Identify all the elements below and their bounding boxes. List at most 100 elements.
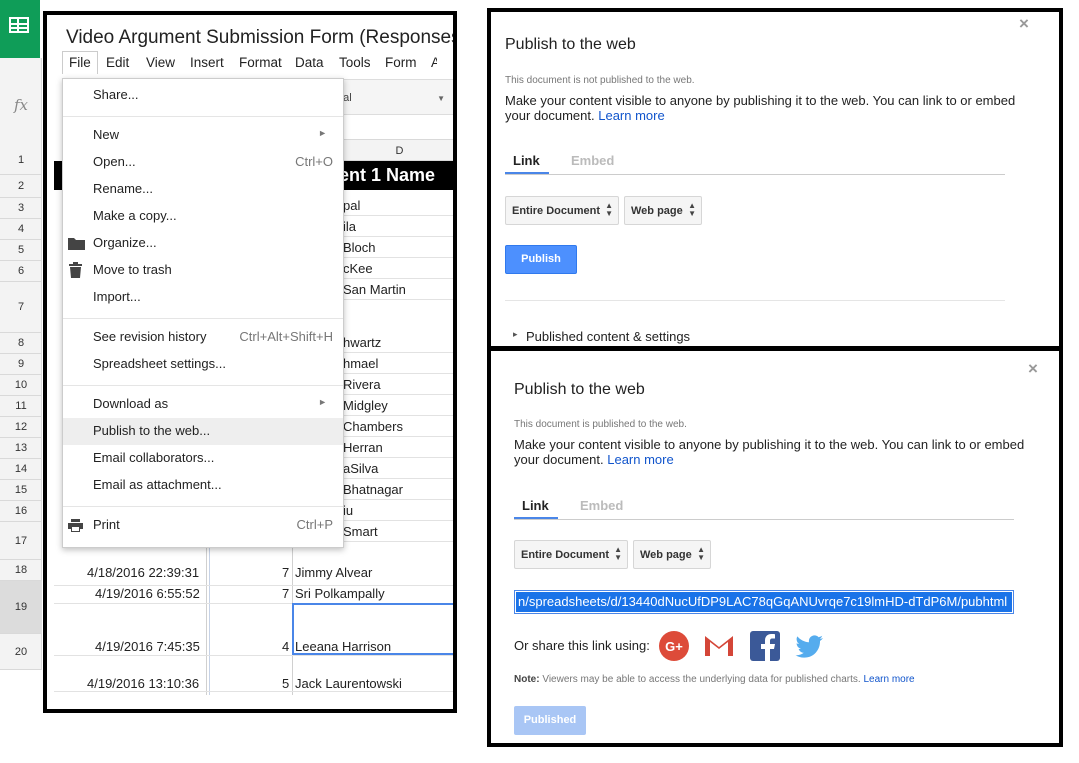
row-header[interactable]: 1 [0,145,42,175]
close-icon[interactable]: × [1028,359,1038,379]
font-selector[interactable]: rial ▼ [332,79,453,115]
row-header[interactable]: 2 [0,175,42,198]
timestamp-cell[interactable]: 4/19/2016 13:10:36 [87,676,199,691]
name-cell[interactable]: cKee [343,261,373,276]
name-cell[interactable]: hmael [343,356,378,371]
timestamp-cell[interactable]: 4/19/2016 6:55:52 [95,586,200,601]
timestamp-cell[interactable]: 4/18/2016 22:39:31 [87,565,199,580]
count-cell[interactable]: 5 [282,676,289,691]
row-header[interactable]: 11 [0,396,42,417]
menu-item-new[interactable]: New ► [63,122,343,149]
publish-button[interactable]: Publish [505,245,577,274]
menu-item-download-as[interactable]: Download as ► [63,391,343,418]
menu-view[interactable]: View [146,55,175,70]
row-header[interactable]: 14 [0,459,42,480]
name-cell[interactable]: Rivera [343,377,381,392]
menu-item-import[interactable]: Import... [63,284,343,311]
expand-arrow-icon[interactable]: ▸ [513,329,518,340]
name-cell[interactable]: Bloch [343,240,376,255]
menu-item-open[interactable]: Open... Ctrl+O [63,149,343,176]
row-divider [54,691,453,692]
menu-insert[interactable]: Insert [190,55,224,70]
name-cell[interactable]: Midgley [343,398,388,413]
note-learn-more-link[interactable]: Learn more [863,674,914,685]
name-cell[interactable]: aSilva [343,461,378,476]
row-header[interactable]: 3 [0,198,42,219]
name-cell[interactable]: pal [343,198,360,213]
menu-format[interactable]: Format [239,55,282,70]
tab-embed[interactable]: Embed [571,153,614,168]
row-header[interactable]: 8 [0,333,42,354]
name-cell[interactable]: San Martin [343,282,406,297]
tab-link[interactable]: Link [522,498,549,513]
menu-item-publish-to-web[interactable]: Publish to the web... [63,418,343,445]
menu-item-organize[interactable]: Organize... [63,230,343,257]
published-settings-toggle[interactable]: Published content & settings [526,329,690,344]
menu-item-rename[interactable]: Rename... [63,176,343,203]
published-url-field[interactable]: n/spreadsheets/d/13440dNucUfDP9LAC78qGqA… [514,590,1014,614]
count-cell[interactable]: 4 [282,639,289,654]
tab-link[interactable]: Link [513,153,540,168]
facebook-icon[interactable] [749,630,781,662]
count-cell[interactable]: 7 [282,586,289,601]
menu-item-email-collaborators[interactable]: Email collaborators... [63,445,343,472]
column-header-d[interactable]: D [332,139,453,161]
menu-item-share[interactable]: Share... [63,82,343,109]
sheets-logo-icon[interactable] [0,0,40,58]
header-cell-d[interactable]: ent 1 Name [339,165,435,186]
close-icon[interactable]: × [1019,14,1029,34]
menu-form[interactable]: Form [385,55,417,70]
row-header[interactable]: 15 [0,480,42,501]
menu-item-revision-history[interactable]: See revision history Ctrl+Alt+Shift+H [63,324,343,351]
format-dropdown[interactable]: Web page ▲ ▼ [633,540,711,569]
row-header[interactable]: 5 [0,240,42,261]
menu-item-print[interactable]: Print Ctrl+P [63,512,343,539]
row-header[interactable]: 16 [0,501,42,522]
scope-dropdown[interactable]: Entire Document ▲ ▼ [514,540,628,569]
name-cell[interactable]: Sri Polkampally [295,586,385,601]
name-cell[interactable]: Bhatnagar [343,482,403,497]
name-cell[interactable]: Leeana Harrison [295,639,391,654]
menu-item-email-attachment[interactable]: Email as attachment... [63,472,343,499]
row-header[interactable]: 17 [0,522,42,560]
menu-item-make-copy[interactable]: Make a copy... [63,203,343,230]
row-header[interactable]: 19 [0,581,42,634]
menu-separator [63,385,343,386]
name-cell[interactable]: ila [343,219,356,234]
row-header[interactable]: 12 [0,417,42,438]
menu-item-move-to-trash[interactable]: Move to trash [63,257,343,284]
tab-embed[interactable]: Embed [580,498,623,513]
name-cell[interactable]: Jack Laurentowski [295,676,402,691]
menu-addons[interactable]: A [431,55,437,70]
row-header[interactable]: 10 [0,375,42,396]
name-cell[interactable]: Herran [343,440,383,455]
gmail-icon[interactable] [703,630,735,662]
menu-tools[interactable]: Tools [339,55,371,70]
timestamp-cell[interactable]: 4/19/2016 7:45:35 [95,639,200,654]
document-title[interactable]: Video Argument Submission Form (Response… [66,27,453,49]
menu-data[interactable]: Data [295,55,324,70]
row-header[interactable]: 13 [0,438,42,459]
learn-more-link[interactable]: Learn more [607,452,673,467]
name-cell[interactable]: Chambers [343,419,403,434]
name-cell[interactable]: hwartz [343,335,381,350]
dialog-title: Publish to the web [505,36,636,53]
row-header[interactable]: 7 [0,282,42,333]
menu-edit[interactable]: Edit [106,55,129,70]
menu-file[interactable]: File [62,51,98,74]
learn-more-link[interactable]: Learn more [598,108,664,123]
google-plus-icon[interactable]: G+ [658,630,690,662]
menu-item-spreadsheet-settings[interactable]: Spreadsheet settings... [63,351,343,378]
name-cell[interactable]: Jimmy Alvear [295,565,372,580]
name-cell[interactable]: Smart [343,524,378,539]
count-cell[interactable]: 7 [282,565,289,580]
row-header[interactable]: 9 [0,354,42,375]
format-dropdown[interactable]: Web page ▲ ▼ [624,196,702,225]
row-header[interactable]: 6 [0,261,42,282]
row-header[interactable]: 4 [0,219,42,240]
scope-dropdown[interactable]: Entire Document ▲ ▼ [505,196,619,225]
row-header[interactable]: 18 [0,560,42,581]
twitter-icon[interactable] [793,630,825,662]
name-cell[interactable]: iu [343,503,353,518]
row-header[interactable]: 20 [0,634,42,670]
